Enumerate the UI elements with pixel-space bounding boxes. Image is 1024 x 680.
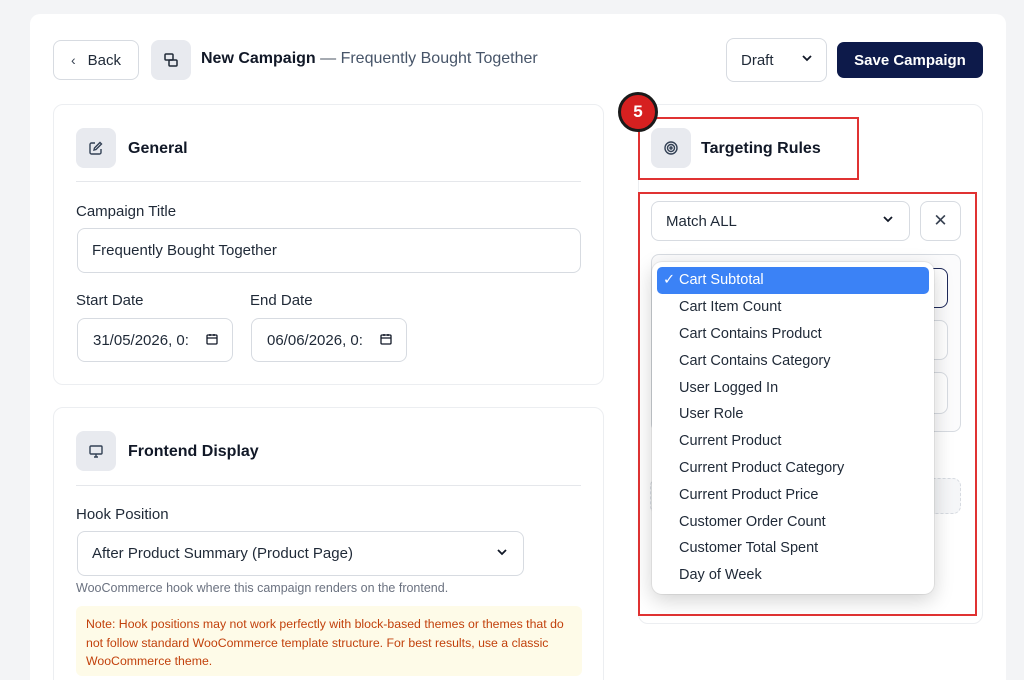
back-button[interactable]: ‹ Back <box>53 40 139 80</box>
hook-position-value: After Product Summary (Product Page) <box>92 545 353 562</box>
option-label: Cart Subtotal <box>679 272 764 289</box>
option-cart-contains-product[interactable]: Cart Contains Product <box>657 321 929 348</box>
chevron-down-icon <box>495 545 509 563</box>
match-mode-select[interactable]: Match ALL <box>651 201 910 241</box>
frontend-divider <box>76 485 581 486</box>
end-date-input[interactable]: 06/06/2026, 0: <box>251 318 407 362</box>
start-date-value: 31/05/2026, 0: <box>93 331 189 349</box>
general-title: General <box>128 140 188 157</box>
chevron-down-icon <box>881 212 895 230</box>
general-divider <box>76 181 581 182</box>
frontend-title: Frontend Display <box>128 443 259 460</box>
calendar-icon[interactable] <box>380 332 392 349</box>
save-campaign-button[interactable]: Save Campaign <box>837 42 983 78</box>
back-label: Back <box>87 51 122 69</box>
monitor-icon <box>76 431 116 471</box>
campaign-title-label: Campaign Title <box>76 203 177 220</box>
chevron-down-icon <box>800 51 814 69</box>
status-select[interactable]: Draft <box>726 38 827 82</box>
start-date-label: Start Date <box>76 292 144 309</box>
page-title: New Campaign — Frequently Bought Togethe… <box>201 50 538 68</box>
targeting-title: Targeting Rules <box>701 140 821 157</box>
option-cart-contains-category[interactable]: Cart Contains Category <box>657 347 929 374</box>
page-title-subtitle: Frequently Bought Together <box>340 50 538 67</box>
campaign-title-input[interactable]: Frequently Bought Together <box>77 228 581 273</box>
hook-position-select[interactable]: After Product Summary (Product Page) <box>77 531 524 576</box>
chevron-left-icon: ‹ <box>70 52 76 68</box>
option-current-product[interactable]: Current Product <box>657 428 929 455</box>
option-user-logged-in[interactable]: User Logged In <box>657 374 929 401</box>
check-icon: ✓ <box>663 272 676 289</box>
page-title-main: New Campaign <box>201 50 316 67</box>
end-date-label: End Date <box>250 292 313 309</box>
option-customer-order-count[interactable]: Customer Order Count <box>657 508 929 535</box>
status-value: Draft <box>741 51 774 69</box>
rule-type-dropdown[interactable]: ✓ Cart Subtotal Cart Item Count Cart Cont… <box>652 262 934 594</box>
option-cart-item-count[interactable]: Cart Item Count <box>657 294 929 321</box>
campaign-icon <box>151 40 191 80</box>
close-icon: ✕ <box>933 211 948 230</box>
match-mode-value: Match ALL <box>666 212 737 230</box>
edit-icon <box>76 128 116 168</box>
option-day-of-week[interactable]: Day of Week <box>657 562 929 589</box>
option-current-product-price[interactable]: Current Product Price <box>657 481 929 508</box>
hook-warning-note: Note: Hook positions may not work perfec… <box>76 606 582 676</box>
calendar-icon[interactable] <box>206 332 218 349</box>
target-icon <box>651 128 691 168</box>
title-separator: — <box>315 50 341 67</box>
option-cart-subtotal[interactable]: ✓ Cart Subtotal <box>657 267 929 294</box>
start-date-input[interactable]: 31/05/2026, 0: <box>77 318 233 362</box>
hook-position-label: Hook Position <box>76 506 169 523</box>
option-user-role[interactable]: User Role <box>657 401 929 428</box>
option-customer-total-spent[interactable]: Customer Total Spent <box>657 535 929 562</box>
end-date-value: 06/06/2026, 0: <box>267 331 363 349</box>
hook-position-help: WooCommerce hook where this campaign ren… <box>76 581 449 595</box>
step-badge: 5 <box>618 92 658 132</box>
remove-rule-group-button[interactable]: ✕ <box>920 201 961 241</box>
option-current-product-category[interactable]: Current Product Category <box>657 455 929 482</box>
